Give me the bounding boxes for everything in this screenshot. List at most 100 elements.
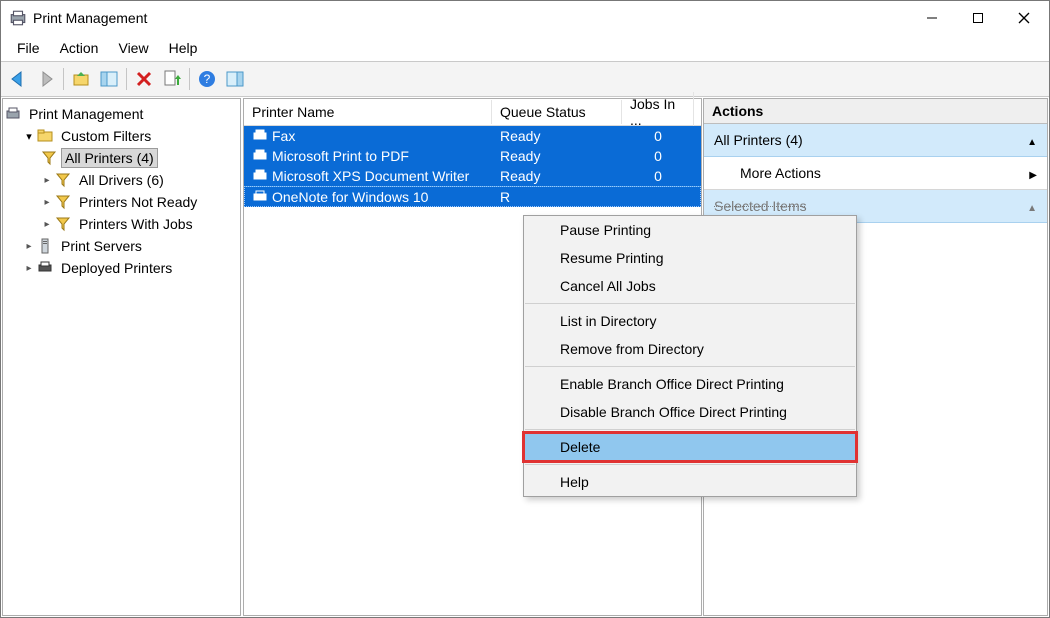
server-icon [37,238,53,254]
menu-help[interactable]: Help [159,37,208,59]
tree-panel: Print Management Custom Filters [2,98,241,616]
menu-help[interactable]: Help [524,468,856,496]
expander-icon[interactable] [23,240,35,252]
menu-action[interactable]: Action [50,37,109,59]
folder-icon [37,128,53,144]
filter-icon [55,194,71,210]
actions-group-label: All Printers (4) [714,132,803,148]
delete-button[interactable] [131,66,157,92]
menu-pause-printing[interactable]: Pause Printing [524,216,856,244]
menu-separator [525,366,855,367]
expander-icon[interactable] [41,196,53,208]
back-button[interactable] [5,66,31,92]
tree-root[interactable]: Print Management [5,103,238,125]
minimize-button[interactable] [909,1,955,35]
menu-list-in-directory[interactable]: List in Directory [524,307,856,335]
tree-filter-all-drivers[interactable]: All Drivers (6) [5,169,238,191]
cell-jobs: 0 [622,168,694,184]
printer-icon [37,260,53,276]
actions-selected-label: Selected Items [714,198,807,214]
expander-icon[interactable] [23,130,35,142]
menu-file[interactable]: File [7,37,50,59]
menu-view[interactable]: View [108,37,158,59]
toolbar-separator [189,68,190,90]
expander-icon[interactable] [23,262,35,274]
actions-more-label: More Actions [740,165,821,181]
toolbar-separator [63,68,64,90]
app-window: Print Management File Action View Help [0,0,1050,618]
printer-row[interactable]: Microsoft Print to PDF Ready 0 [244,146,701,166]
tree-label: All Printers (4) [61,148,158,168]
print-mgmt-icon [5,106,21,122]
cell-status: R [492,189,622,205]
actions-header: Actions [704,99,1047,124]
list-header: Printer Name Queue Status Jobs In ... [244,99,701,126]
expander-icon[interactable] [41,218,53,230]
printer-row[interactable]: OneNote for Windows 10 R [244,186,701,207]
close-button[interactable] [1001,1,1047,35]
forward-button[interactable] [33,66,59,92]
printer-row[interactable]: Microsoft XPS Document Writer Ready 0 [244,166,701,186]
menu-separator [525,303,855,304]
menu-enable-branch[interactable]: Enable Branch Office Direct Printing [524,370,856,398]
menubar: File Action View Help [1,35,1049,61]
tree-label: Custom Filters [57,126,155,146]
tree-deployed-printers[interactable]: Deployed Printers [5,257,238,279]
actions-more[interactable]: More Actions [704,157,1047,190]
menu-separator [525,464,855,465]
actions-group[interactable]: All Printers (4) [704,124,1047,157]
app-icon [9,9,27,27]
menu-separator [525,429,855,430]
submenu-icon [1029,165,1037,181]
cell-jobs: 0 [622,148,694,164]
column-queue-status[interactable]: Queue Status [492,100,622,124]
tree-filter-with-jobs[interactable]: Printers With Jobs [5,213,238,235]
tree-filter-all-printers[interactable]: All Printers (4) [5,147,238,169]
filter-icon [41,150,57,166]
cell-name: Microsoft XPS Document Writer [272,168,469,184]
show-hide-actions-button[interactable] [222,66,248,92]
maximize-button[interactable] [955,1,1001,35]
show-hide-tree-button[interactable] [96,66,122,92]
cell-name: OneNote for Windows 10 [272,189,428,205]
tree-print-servers[interactable]: Print Servers [5,235,238,257]
tree-label: Printers Not Ready [75,192,201,212]
tree-custom-filters[interactable]: Custom Filters [5,125,238,147]
printer-icon [252,168,268,184]
printer-icon [252,148,268,164]
collapse-icon [1027,198,1037,214]
tree-label: Printers With Jobs [75,214,197,234]
titlebar: Print Management [1,1,1049,35]
menu-remove-from-directory[interactable]: Remove from Directory [524,335,856,363]
window-controls [909,1,1047,35]
tree-filter-not-ready[interactable]: Printers Not Ready [5,191,238,213]
expander-icon[interactable] [41,174,53,186]
export-list-button[interactable] [159,66,185,92]
printer-icon [252,128,268,144]
menu-disable-branch[interactable]: Disable Branch Office Direct Printing [524,398,856,426]
help-button[interactable]: ? [194,66,220,92]
filter-icon [55,216,71,232]
cell-status: Ready [492,128,622,144]
up-folder-button[interactable] [68,66,94,92]
tree-label: All Drivers (6) [75,170,168,190]
toolbar: ? [1,61,1049,97]
printer-row[interactable]: Fax Ready 0 [244,126,701,146]
cell-status: Ready [492,148,622,164]
context-menu: Pause Printing Resume Printing Cancel Al… [523,215,857,497]
cell-jobs: 0 [622,128,694,144]
cell-name: Fax [272,128,295,144]
menu-resume-printing[interactable]: Resume Printing [524,244,856,272]
column-printer-name[interactable]: Printer Name [244,100,492,124]
menu-delete[interactable]: Delete [524,433,856,461]
cell-name: Microsoft Print to PDF [272,148,409,164]
window-title: Print Management [33,10,147,26]
cell-status: Ready [492,168,622,184]
printer-icon [252,189,268,205]
tree-root-label: Print Management [25,104,147,124]
tree-label: Print Servers [57,236,146,256]
svg-text:?: ? [204,72,211,86]
tree-label: Deployed Printers [57,258,176,278]
filter-icon [55,172,71,188]
menu-cancel-all-jobs[interactable]: Cancel All Jobs [524,272,856,300]
